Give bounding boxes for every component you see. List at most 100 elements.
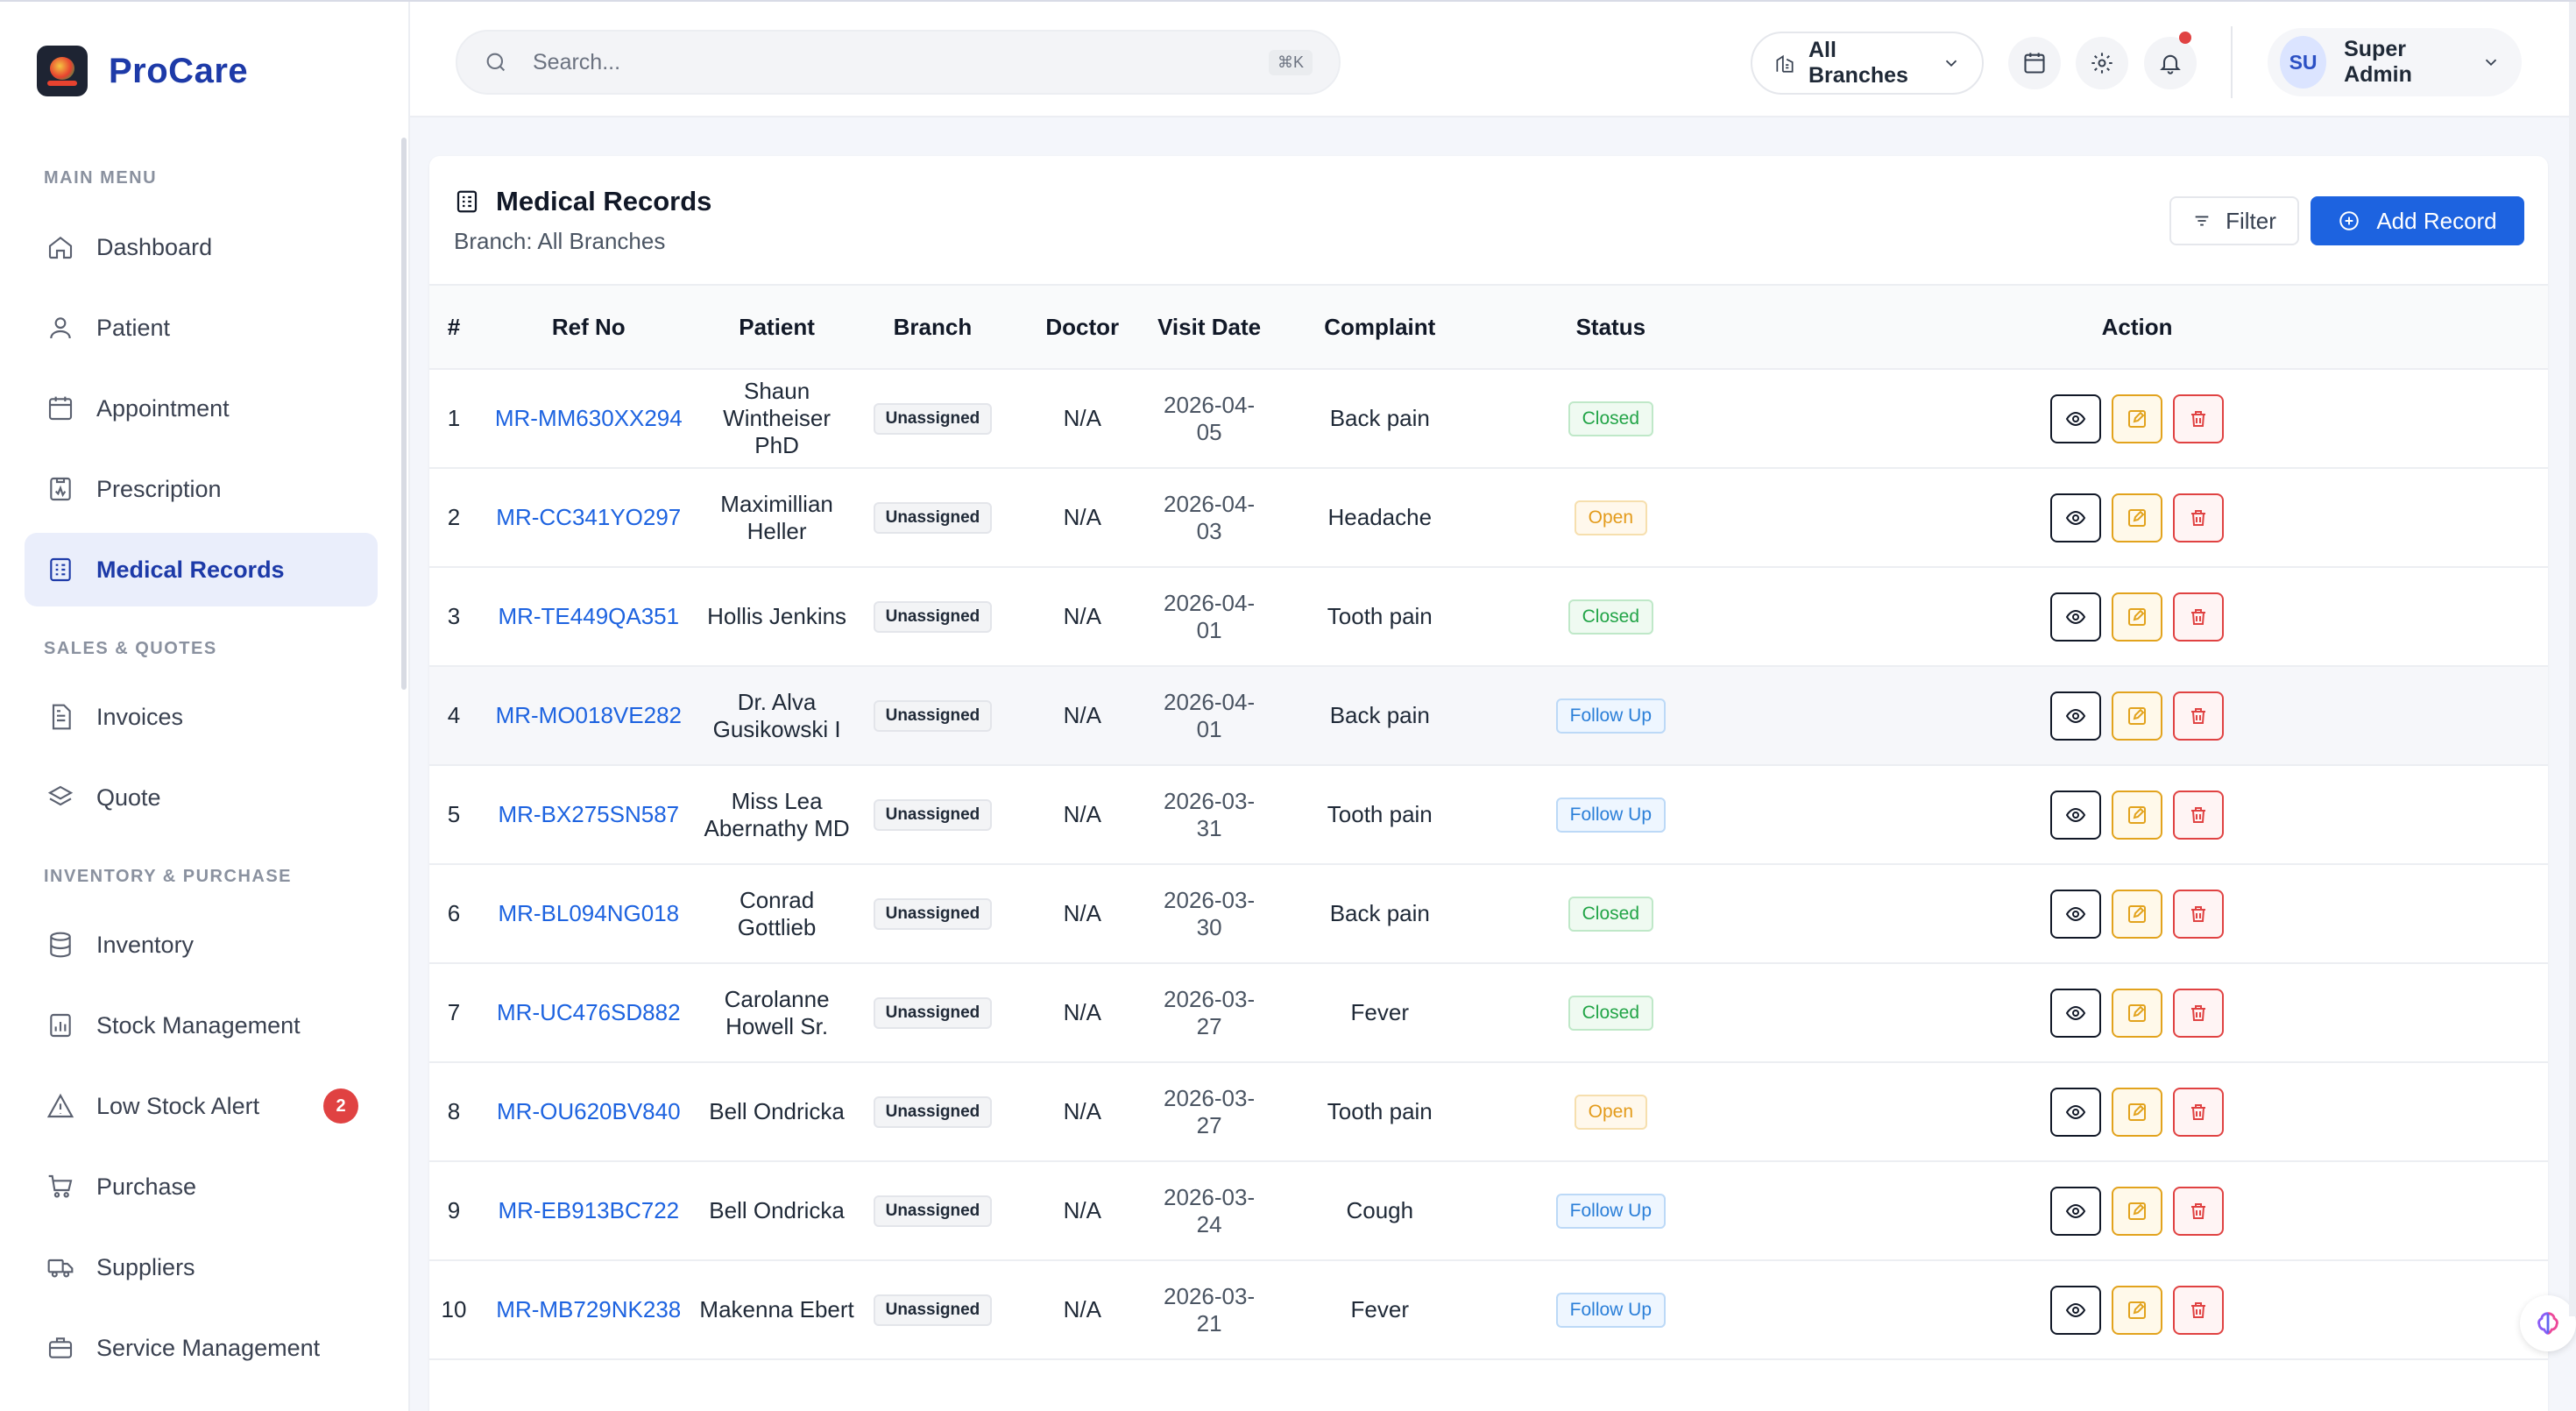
branch-selector[interactable]: All Branches: [1751, 32, 1984, 95]
status-cell: Closed: [1496, 864, 1727, 963]
table-row[interactable]: 1 MR-MM630XX294 Shaun Wintheiser PhD Unassi…: [429, 369, 2548, 468]
status-cell: Closed: [1496, 567, 1727, 666]
branch-selector-label: All Branches: [1808, 38, 1908, 88]
ref-link[interactable]: MR-MO018VE282: [478, 666, 699, 765]
delete-button[interactable]: [2173, 790, 2225, 840]
bar-chart-icon: [44, 1009, 77, 1042]
table-header: # Ref No Patient Branch Doctor Visit Date Comp…: [429, 285, 2548, 369]
table-row[interactable]: 10 MR-MB729NK238 Makenna Ebert Unassigned N/…: [429, 1260, 2548, 1359]
logo-icon: [37, 46, 88, 96]
sidebar-item-purchase[interactable]: Purchase: [25, 1150, 378, 1223]
edit-button[interactable]: [2112, 493, 2163, 542]
sidebar-item-dashboard[interactable]: Dashboard: [25, 210, 378, 284]
notifications-button[interactable]: [2144, 32, 2197, 89]
table-row[interactable]: 4 MR-MO018VE282 Dr. Alva Gusikowski I Unass…: [429, 666, 2548, 765]
ref-link[interactable]: MR-TE449QA351: [478, 567, 699, 666]
doctor-cell: N/A: [1063, 999, 1101, 1025]
delete-button[interactable]: [2173, 1285, 2225, 1335]
ref-link[interactable]: MR-MM630XX294: [478, 369, 699, 468]
branch-badge: Unassigned: [873, 403, 993, 435]
status-badge: Open: [1574, 1094, 1648, 1130]
medical-records-card: Medical Records Branch: All Branches Fil…: [429, 156, 2548, 1411]
table-row[interactable]: 3 MR-TE449QA351 Hollis Jenkins Unassigned N/…: [429, 567, 2548, 666]
records-table: # Ref No Patient Branch Doctor Visit Date Comp…: [429, 284, 2548, 1360]
view-button[interactable]: [2050, 1285, 2102, 1335]
edit-button[interactable]: [2112, 1186, 2163, 1236]
view-button[interactable]: [2050, 394, 2102, 443]
ref-link[interactable]: MR-CC341YO297: [478, 468, 699, 567]
user-menu[interactable]: SU Super Admin: [2268, 28, 2522, 96]
sidebar-item-stock-management[interactable]: Stock Management: [25, 989, 378, 1062]
brand-logo[interactable]: ProCare: [37, 46, 248, 96]
view-button[interactable]: [2050, 691, 2102, 741]
edit-button[interactable]: [2112, 691, 2163, 741]
sidebar-item-prescription[interactable]: Prescription: [25, 452, 378, 526]
settings-button[interactable]: [2076, 37, 2128, 89]
table-row[interactable]: 2 MR-CC341YO297 Maximillian Heller Unassign…: [429, 468, 2548, 567]
table-row[interactable]: 5 MR-BX275SN587 Miss Lea Abernathy MD Unass…: [429, 765, 2548, 864]
delete-button[interactable]: [2173, 1186, 2225, 1236]
patient-name: Shaun Wintheiser PhD: [723, 378, 831, 458]
ref-link[interactable]: MR-UC476SD882: [478, 963, 699, 1062]
view-button[interactable]: [2050, 790, 2102, 840]
view-button[interactable]: [2050, 889, 2102, 939]
table-row[interactable]: 8 MR-OU620BV840 Bell Ondricka Unassigned N/A…: [429, 1062, 2548, 1161]
ref-link[interactable]: MR-OU620BV840: [478, 1062, 699, 1161]
search-input[interactable]: [533, 49, 1269, 75]
sidebar-item-invoices[interactable]: Invoices: [25, 680, 378, 754]
edit-button[interactable]: [2112, 394, 2163, 443]
view-button[interactable]: [2050, 1186, 2102, 1236]
delete-button[interactable]: [2173, 988, 2225, 1038]
table-row[interactable]: 7 MR-UC476SD882 Carolanne Howell Sr. Unassi…: [429, 963, 2548, 1062]
sidebar-scrollbar[interactable]: [401, 138, 407, 690]
view-button[interactable]: [2050, 592, 2102, 642]
ai-assistant-button[interactable]: [2520, 1295, 2576, 1351]
ref-link[interactable]: MR-BL094NG018: [478, 864, 699, 963]
sidebar-item-suppliers[interactable]: Suppliers: [25, 1230, 378, 1304]
column-header: Action: [2101, 313, 2173, 340]
delete-button[interactable]: [2173, 889, 2225, 939]
eye-icon: [2065, 906, 2086, 921]
table-row[interactable]: 6 MR-BL094NG018 Conrad Gottlieb Unassigned N…: [429, 864, 2548, 963]
row-number: 10: [441, 1296, 467, 1322]
search-bar[interactable]: ⌘K: [456, 30, 1341, 95]
patient-name: Dr. Alva Gusikowski I: [712, 688, 841, 742]
complaint-cell: Tooth pain: [1327, 603, 1433, 629]
edit-button[interactable]: [2112, 1087, 2163, 1137]
row-number: 6: [447, 900, 461, 926]
edit-button[interactable]: [2112, 988, 2163, 1038]
sidebar-item-patient[interactable]: Patient: [25, 291, 378, 365]
filter-button[interactable]: Filter: [2169, 196, 2299, 245]
delete-button[interactable]: [2173, 691, 2225, 741]
calendar-button[interactable]: [2008, 37, 2061, 89]
sidebar-item-label: Quote: [96, 783, 161, 811]
sidebar-item-medical-records[interactable]: Medical Records: [25, 533, 378, 606]
ref-link[interactable]: MR-BX275SN587: [478, 765, 699, 864]
view-button[interactable]: [2050, 988, 2102, 1038]
view-button[interactable]: [2050, 493, 2102, 542]
ref-link[interactable]: MR-MB729NK238: [478, 1260, 699, 1359]
edit-button[interactable]: [2112, 1285, 2163, 1335]
sidebar-item-inventory[interactable]: Inventory: [25, 908, 378, 982]
ref-link[interactable]: MR-EB913BC722: [478, 1161, 699, 1260]
delete-button[interactable]: [2173, 493, 2225, 542]
edit-button[interactable]: [2112, 889, 2163, 939]
complaint-cell: Cough: [1346, 1197, 1414, 1223]
page-scrollbar[interactable]: [2569, 2, 2576, 1316]
delete-button[interactable]: [2173, 1087, 2225, 1137]
sidebar-item-service-management[interactable]: Service Management: [25, 1311, 378, 1385]
sidebar-item-label: Low Stock Alert: [96, 1092, 260, 1119]
edit-button[interactable]: [2112, 790, 2163, 840]
table-row[interactable]: 9 MR-EB913BC722 Bell Ondricka Unassigned N/A…: [429, 1161, 2548, 1260]
edit-button[interactable]: [2112, 592, 2163, 642]
add-record-button[interactable]: Add Record: [2311, 196, 2524, 245]
sidebar-item-low-stock-alert[interactable]: Low Stock Alert 2: [25, 1069, 378, 1143]
view-button[interactable]: [2050, 1087, 2102, 1137]
avatar: SU: [2280, 36, 2327, 89]
sidebar-item-appointment[interactable]: Appointment: [25, 372, 378, 445]
visit-date: 2026-03-30: [1164, 886, 1256, 940]
cart-icon: [44, 1170, 77, 1203]
sidebar-item-quote[interactable]: Quote: [25, 761, 378, 834]
delete-button[interactable]: [2173, 592, 2225, 642]
delete-button[interactable]: [2173, 394, 2225, 443]
